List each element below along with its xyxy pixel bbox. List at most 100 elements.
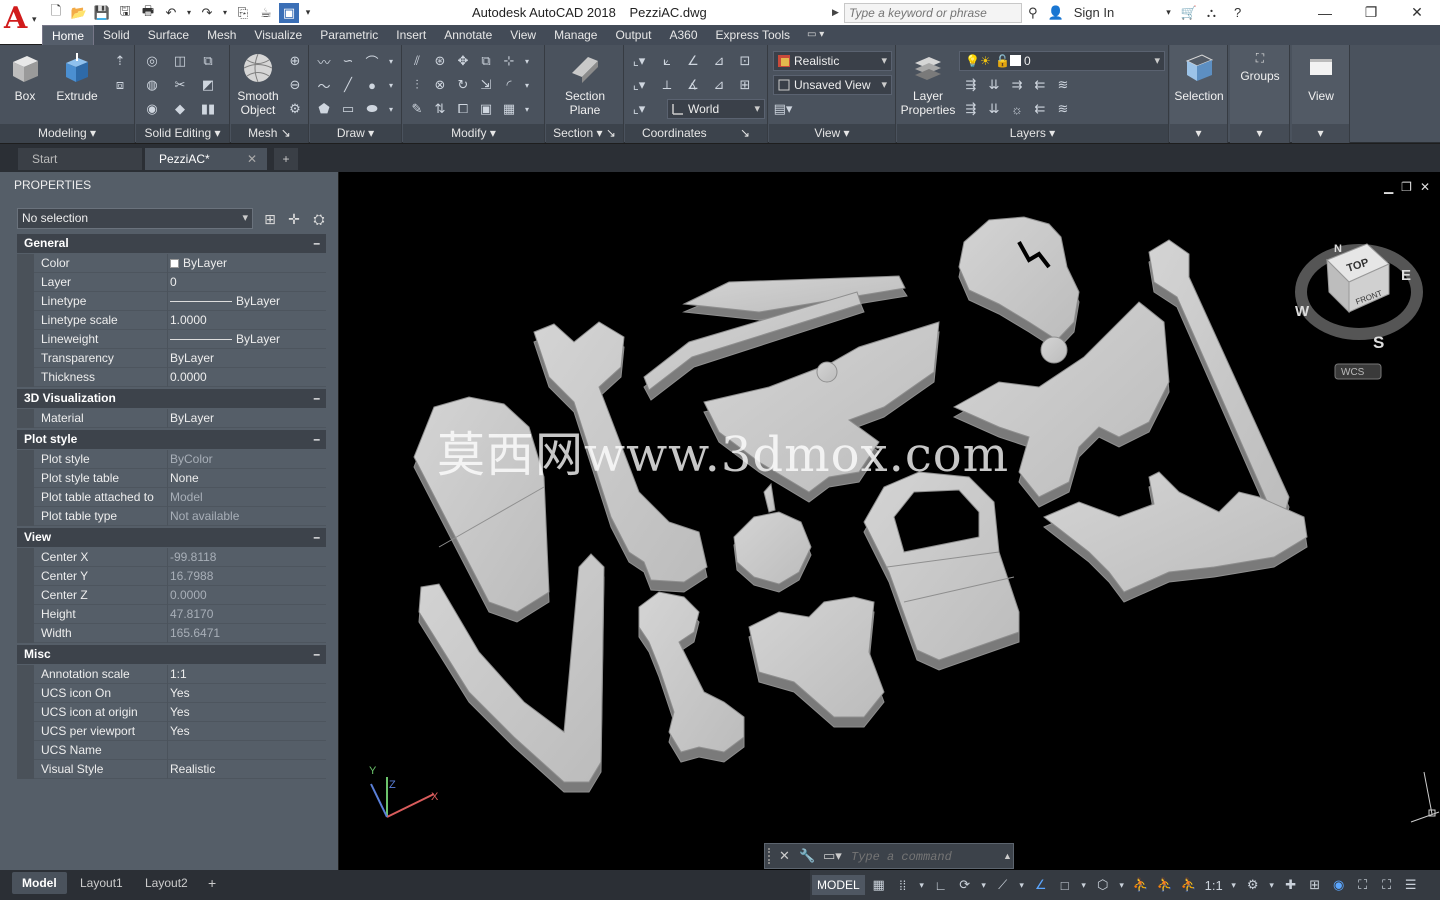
property-row[interactable]: Transparency ByLayer [17, 349, 326, 368]
collapse-icon[interactable]: – [313, 645, 320, 664]
property-value[interactable]: 47.8170 [170, 607, 213, 621]
scale-icon[interactable]: ⇲ [476, 75, 496, 95]
array-dropdown-icon[interactable]: ▾ [522, 99, 532, 119]
3d-rotate-icon[interactable]: ⊗ [430, 75, 450, 95]
collapse-icon[interactable]: – [313, 430, 320, 449]
selection-expand-icon[interactable]: ▾ [1170, 124, 1227, 143]
a360-icon[interactable]: ⛬ [1207, 5, 1216, 21]
qat-customize-icon[interactable]: ▾ [302, 3, 314, 23]
arc-dropdown-icon[interactable]: ▾ [386, 51, 396, 71]
layer-unisolate-icon[interactable]: ⇊ [984, 99, 1004, 119]
annotation-monitor-icon[interactable]: ✚ [1281, 875, 1301, 895]
application-menu-button[interactable]: A ▾ [0, 0, 42, 44]
property-value[interactable]: Yes [170, 686, 190, 700]
snap-dropdown-icon[interactable]: ▾ [917, 875, 927, 895]
property-value[interactable]: 165.6471 [170, 626, 220, 640]
command-line-grip[interactable] [768, 848, 772, 864]
ucs-y-icon[interactable]: ⊞ [735, 75, 755, 95]
layer-isolate-icon[interactable]: ⇉ [1007, 75, 1027, 95]
erase-icon[interactable]: ✎ [407, 99, 427, 119]
ucs-select[interactable]: World [667, 99, 765, 119]
ucs-named-icon[interactable]: ⌞▾ [629, 75, 649, 95]
copy-icon[interactable]: ⧉ [476, 51, 496, 71]
property-row[interactable]: Height 47.8170 [17, 605, 326, 624]
property-value[interactable]: 1.0000 [170, 313, 207, 327]
undo-dropdown-icon[interactable]: ▾ [184, 3, 194, 23]
property-value[interactable]: -99.8118 [170, 550, 216, 564]
shell-icon[interactable]: ⧉ [198, 51, 218, 71]
offset-icon[interactable]: ⫽ [407, 51, 427, 71]
panel-label-layers[interactable]: Layers ▾ [897, 124, 1168, 143]
named-view-select[interactable]: Unsaved View [773, 75, 892, 95]
layer-lock-icon[interactable]: ⇇ [1030, 99, 1050, 119]
layer-thaw-all-icon[interactable]: ☼ [1007, 99, 1027, 119]
section-header-plot[interactable]: Plot style – [17, 430, 326, 449]
viewcube[interactable]: TOP FRONT N S E W WCS [1295, 243, 1423, 380]
mirror-icon[interactable]: ⫶ [407, 75, 427, 95]
new-tab-button[interactable]: + [274, 148, 298, 170]
property-row[interactable]: Plot table attached to Model [17, 488, 326, 507]
groups-expand-icon[interactable]: ▾ [1230, 124, 1289, 143]
property-value[interactable]: 0.0000 [170, 370, 207, 384]
render-teapot-icon[interactable]: ☕ [256, 3, 276, 23]
layout-tab-layout1[interactable]: Layout1 [70, 872, 133, 894]
refine-mesh-icon[interactable]: ⚙ [285, 99, 305, 119]
section-plane-button[interactable]: Section Plane [558, 51, 612, 117]
ucs-icon-btn[interactable]: ⌞▾ [629, 51, 649, 71]
thicken-icon[interactable]: ◆ [170, 99, 190, 119]
property-row[interactable]: UCS icon On Yes [17, 684, 326, 703]
command-input[interactable] [851, 848, 1001, 866]
annotation-scale-value[interactable]: 1:1 [1203, 875, 1225, 895]
help-icon[interactable]: ? [1234, 5, 1241, 20]
layout-tab-layout2[interactable]: Layout2 [135, 872, 198, 894]
collapse-icon[interactable]: – [313, 389, 320, 408]
selection-dropdown[interactable]: No selection [17, 208, 253, 229]
property-row[interactable]: Color ByLayer [17, 254, 326, 273]
ucs-previous-icon[interactable]: ⌞▾ [629, 99, 649, 119]
polar-dropdown-icon[interactable]: ▾ [979, 875, 989, 895]
line-icon[interactable]: ╱ [338, 75, 358, 95]
tab-annotate[interactable]: Annotate [435, 25, 501, 45]
ucs-object-icon[interactable]: ⟂ [657, 75, 677, 95]
circle-dropdown-icon[interactable]: ▾ [386, 75, 396, 95]
file-tab-start[interactable]: Start [18, 148, 142, 170]
array-icon[interactable]: ▦ [499, 99, 519, 119]
object-snap-icon[interactable]: □ [1055, 875, 1075, 895]
command-history-icon[interactable]: ▲ [1003, 851, 1012, 861]
tab-home[interactable]: Home [42, 25, 95, 45]
ucs-origin-icon[interactable]: ⟀ [657, 51, 677, 71]
spline-icon[interactable]: ∽ [338, 51, 358, 71]
union-icon[interactable]: ◎ [142, 51, 162, 71]
trim-icon[interactable]: ⊹ [499, 51, 519, 71]
panel-label-draw[interactable]: Draw ▾ [310, 124, 401, 143]
circle-icon[interactable]: ● [362, 75, 382, 95]
property-row[interactable]: Linetype scale 1.0000 [17, 311, 326, 330]
property-value[interactable]: ByLayer [170, 256, 227, 270]
smooth-object-button[interactable]: Smooth Object [233, 51, 283, 117]
search-input[interactable] [844, 2, 1022, 23]
panel-label-view[interactable]: View ▾ [769, 124, 895, 143]
property-value[interactable]: ByLayer [170, 294, 280, 308]
explode-icon[interactable]: ▣ [476, 99, 496, 119]
arc-icon[interactable]: ⌒ [362, 51, 382, 71]
close-tab-icon[interactable]: ✕ [247, 148, 257, 170]
property-row[interactable]: Plot style ByColor [17, 450, 326, 469]
viewport-minimize-icon[interactable]: ▁ [1384, 180, 1393, 194]
extract-edges-icon[interactable]: ◩ [198, 75, 218, 95]
property-value[interactable]: Model [170, 490, 203, 504]
polyline-icon[interactable]: 〜 [314, 75, 334, 95]
compass-e-label[interactable]: E [1401, 267, 1411, 284]
helix-icon[interactable]: 〰 [314, 51, 334, 71]
property-row[interactable]: UCS per viewport Yes [17, 722, 326, 741]
restore-button[interactable]: ❐ [1348, 0, 1394, 25]
object-snap-dropdown-icon[interactable]: ▾ [1079, 875, 1089, 895]
property-row[interactable]: Center Y 16.7988 [17, 567, 326, 586]
viewport-close-icon[interactable]: ✕ [1420, 180, 1430, 194]
rotate-icon[interactable]: ↻ [453, 75, 473, 95]
compass-w-label[interactable]: W [1295, 303, 1310, 320]
gizmo-move-icon[interactable]: ⊛ [430, 51, 450, 71]
compass-n-label[interactable]: N [1334, 243, 1342, 255]
property-row[interactable]: UCS Name [17, 741, 326, 760]
customization-menu-icon[interactable]: ☰ [1401, 875, 1421, 895]
view-expand-icon[interactable]: ▾ [1292, 124, 1349, 143]
